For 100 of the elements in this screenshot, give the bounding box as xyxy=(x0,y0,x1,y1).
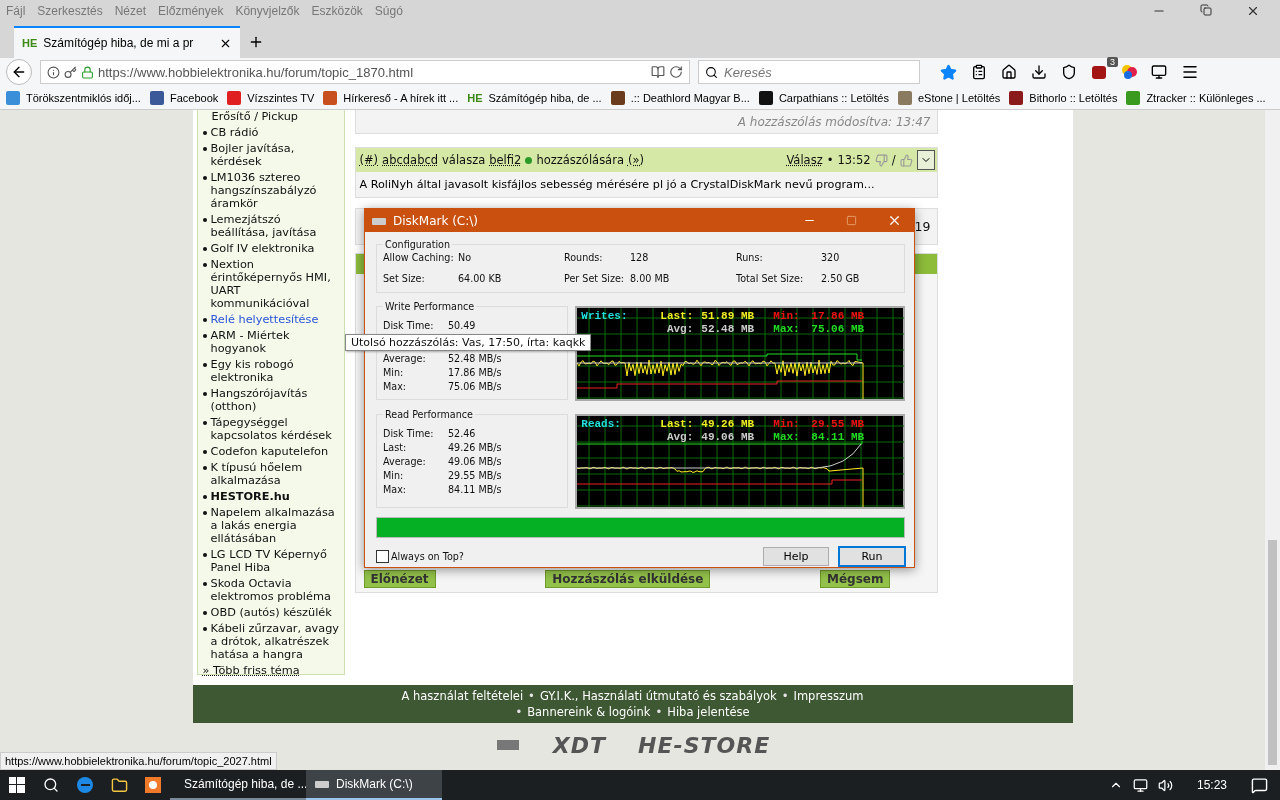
config-label: Allow Caching: xyxy=(383,252,455,263)
form-button[interactable]: Mégsem xyxy=(820,570,891,588)
clipboard-icon[interactable] xyxy=(971,64,987,80)
graph-label: Max: xyxy=(773,431,801,444)
bookmark-label: Bithorlo :: Letöltés xyxy=(1029,91,1118,104)
monitor-icon[interactable] xyxy=(1151,64,1167,80)
sidebar-item[interactable]: Codefon kaputelefon xyxy=(202,445,329,458)
author-link[interactable]: abcdabcd xyxy=(382,153,439,167)
anchor-link[interactable]: (#) xyxy=(359,153,379,167)
user-link[interactable]: belfi2 xyxy=(489,153,522,167)
status-url: https://www.hobbielektronika.hu/forum/topic_2027.html xyxy=(0,752,277,770)
search-icon[interactable] xyxy=(43,777,59,793)
windows-icon[interactable] xyxy=(9,777,25,793)
sidebar-item[interactable]: HESTORE.hu xyxy=(202,490,290,503)
back-button[interactable] xyxy=(6,59,32,85)
bookmark[interactable]: eStone | Letöltés xyxy=(897,90,1001,105)
footer-link[interactable]: Impresszum xyxy=(793,689,864,703)
jump-link[interactable]: (») xyxy=(627,153,644,167)
reader-icon[interactable] xyxy=(651,65,665,79)
sidebar-item[interactable]: Nextion érintőképernyős HMI, UART kommunikációval xyxy=(202,258,340,310)
sidebar-item[interactable]: Tápegységgel kapcsolatos kérdések xyxy=(202,416,340,442)
sidebar-item[interactable]: Kábeli zűrzavar, avagy a drótok, alkatrészek hatása a hangra xyxy=(202,622,340,661)
reply-link[interactable]: Válasz xyxy=(786,153,823,167)
search-input[interactable]: Keresés xyxy=(722,62,913,82)
partner-logo[interactable]: HE-STORE xyxy=(638,732,771,758)
sidebar-item[interactable]: CB rádió xyxy=(202,126,259,139)
key-icon[interactable] xyxy=(64,65,77,79)
sidebar-item[interactable]: Skoda Octavia elektromos probléma xyxy=(202,577,340,603)
sidebar-item[interactable]: Lemezjátszó beállítása, javítása xyxy=(202,213,340,239)
restore-icon[interactable] xyxy=(1200,4,1212,16)
address-field[interactable]: https://www.hobbielektronika.hu/forum/topic_1870.html xyxy=(40,60,690,84)
sidebar-item[interactable]: Relé helyettesítése xyxy=(202,313,319,326)
reload-icon[interactable] xyxy=(669,65,683,79)
bookmark[interactable]: HE Számítógép hiba, de ... xyxy=(467,91,602,104)
sidebar-item[interactable]: Golf IV elektronika xyxy=(202,242,315,255)
config-label: Rounds: xyxy=(564,252,604,263)
close-icon[interactable] xyxy=(1246,4,1260,18)
bookmark[interactable]: Carpathians :: Letöltés xyxy=(758,90,889,105)
thumbs-down-icon[interactable] xyxy=(874,153,888,167)
dialog-button[interactable]: Help xyxy=(763,547,829,566)
app-icon[interactable] xyxy=(145,777,161,793)
menu-icon[interactable] xyxy=(1181,63,1199,81)
bookmark[interactable]: Bithorlo :: Letöltés xyxy=(1009,90,1118,105)
sidebar-item[interactable]: Bojler javítása, kérdések xyxy=(202,142,340,168)
separator: • xyxy=(655,705,663,719)
volume-icon[interactable] xyxy=(1157,777,1173,793)
thumbs-up-icon[interactable] xyxy=(899,153,913,167)
info-icon[interactable] xyxy=(47,65,60,79)
download-icon[interactable] xyxy=(1031,64,1047,80)
sidebar-item[interactable]: LG LCD TV Képernyő Panel Hiba xyxy=(202,548,340,574)
search-field[interactable]: Keresés xyxy=(698,60,920,84)
bookmark[interactable]: Hírkereső - A hírek itt ... xyxy=(323,90,459,105)
stat-label: Max: xyxy=(383,483,408,497)
sidebar-item[interactable]: OBD (autós) készülék xyxy=(202,606,332,619)
stat-value: 50.49 xyxy=(448,319,477,333)
footer-link[interactable]: A használat feltételei xyxy=(401,689,524,703)
always-on-top-checkbox[interactable]: Always on Top? xyxy=(376,550,464,563)
dropdown-button[interactable] xyxy=(916,150,935,170)
color-icon[interactable] xyxy=(1121,64,1137,80)
new-tab-icon[interactable] xyxy=(248,34,264,50)
bookmark[interactable]: Facebook xyxy=(149,90,219,105)
sidebar-item[interactable]: Hangszórójavítás (otthon) xyxy=(202,387,340,413)
dialog-button[interactable]: Run xyxy=(839,547,905,566)
scrollbar[interactable] xyxy=(1265,110,1280,770)
bookmark[interactable]: .:: Deathlord Magyar B... xyxy=(610,90,750,105)
post-meta: válasza xyxy=(442,153,486,167)
browser-tab[interactable]: HE Számítógép hiba, de mi a pr xyxy=(14,26,240,58)
footer-link[interactable]: Hiba jelentése xyxy=(667,705,750,719)
footer-link[interactable]: GY.I.K., Használati útmutató és szabályok xyxy=(539,689,777,703)
stat-label: Average: xyxy=(383,352,427,366)
bookmark[interactable]: Ztracker :: Különleges ... xyxy=(1126,90,1266,105)
checkbox[interactable] xyxy=(376,550,389,563)
graph-label: Max: xyxy=(773,323,801,336)
bookmark-label: Ztracker :: Különleges ... xyxy=(1146,91,1266,104)
form-button[interactable]: Előnézet xyxy=(363,570,436,588)
sidebar-item[interactable]: Napelem alkalmazása a lakás energia ellátásában xyxy=(202,506,340,545)
sidebar-item[interactable]: Erősítő / Pickup xyxy=(202,110,298,123)
folder-icon[interactable] xyxy=(110,776,128,794)
sidebar-item[interactable]: K típusú hőelem alkalmazása xyxy=(202,461,340,487)
clock[interactable]: 15:23 xyxy=(1182,778,1241,792)
shield-icon[interactable] xyxy=(1061,64,1077,80)
notification-icon[interactable] xyxy=(1251,776,1268,794)
partner-logo[interactable]: XDT xyxy=(552,732,607,758)
bookmark[interactable]: Törökszentmiklós időj... xyxy=(6,90,141,105)
form-button[interactable]: Hozzászólás elküldése xyxy=(545,570,711,588)
taskbar-window[interactable]: DiskMark (C:\) xyxy=(306,770,442,800)
more-topics-link[interactable]: » Több friss téma xyxy=(202,664,340,677)
home-icon[interactable] xyxy=(1001,64,1017,80)
sidebar-item[interactable]: LM1036 sztereo hangszínszabályzó áramkör xyxy=(202,171,340,210)
bookmark-label: Vízszintes TV xyxy=(247,91,315,104)
bookmark-label: Törökszentmiklós időj... xyxy=(26,91,141,104)
bookmark-label: Carpathians :: Letöltés xyxy=(778,91,889,104)
sidebar-item[interactable]: ARM - Miértek hogyanok xyxy=(202,329,340,355)
footer-link[interactable]: Bannereink & logóink xyxy=(527,705,651,719)
bookmark[interactable]: Vízszintes TV xyxy=(227,90,315,105)
graph-label: Reads: xyxy=(581,418,622,431)
addon-icon[interactable] xyxy=(1091,64,1107,80)
sidebar-item[interactable]: Egy kis robogó elektronika xyxy=(202,358,340,384)
bookmark-star-icon[interactable] xyxy=(940,63,957,81)
graph-value: 49.26 MB xyxy=(701,418,756,431)
